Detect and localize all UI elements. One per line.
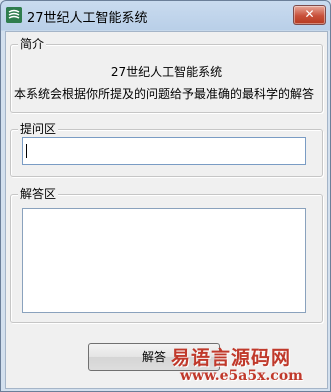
watermark-url: www.e5a5x.com [180, 368, 303, 384]
watermark: 易语言源码网 www.e5a5x.com [166, 341, 326, 391]
answer-output[interactable] [22, 208, 306, 313]
intro-description: 本系统会根据你所提及的问题给予最准确的最科学的解答 [14, 87, 315, 101]
window-title: 27世纪人工智能系统 [27, 11, 148, 26]
title-bar[interactable]: 27世纪人工智能系统 ✕ [1, 1, 330, 30]
text-caret [26, 144, 27, 158]
intro-title: 27世纪人工智能系统 [110, 65, 223, 79]
question-legend: 提问区 [18, 122, 59, 136]
intro-group: 简介 27世纪人工智能系统 本系统会根据你所提及的问题给予最准确的最科学的解答 [10, 37, 323, 113]
main-window: 27世纪人工智能系统 ✕ 简介 27世纪人工智能系统 本系统会根据你所提及的问题… [0, 0, 331, 392]
answer-legend: 解答区 [18, 187, 59, 201]
question-input[interactable] [22, 137, 306, 165]
close-icon: ✕ [304, 7, 315, 21]
watermark-title: 易语言源码网 [171, 347, 292, 369]
app-logo-icon [6, 7, 22, 23]
intro-legend: 简介 [18, 37, 47, 51]
close-button[interactable]: ✕ [293, 5, 326, 25]
client-area: 简介 27世纪人工智能系统 本系统会根据你所提及的问题给予最准确的最科学的解答 … [5, 31, 328, 389]
